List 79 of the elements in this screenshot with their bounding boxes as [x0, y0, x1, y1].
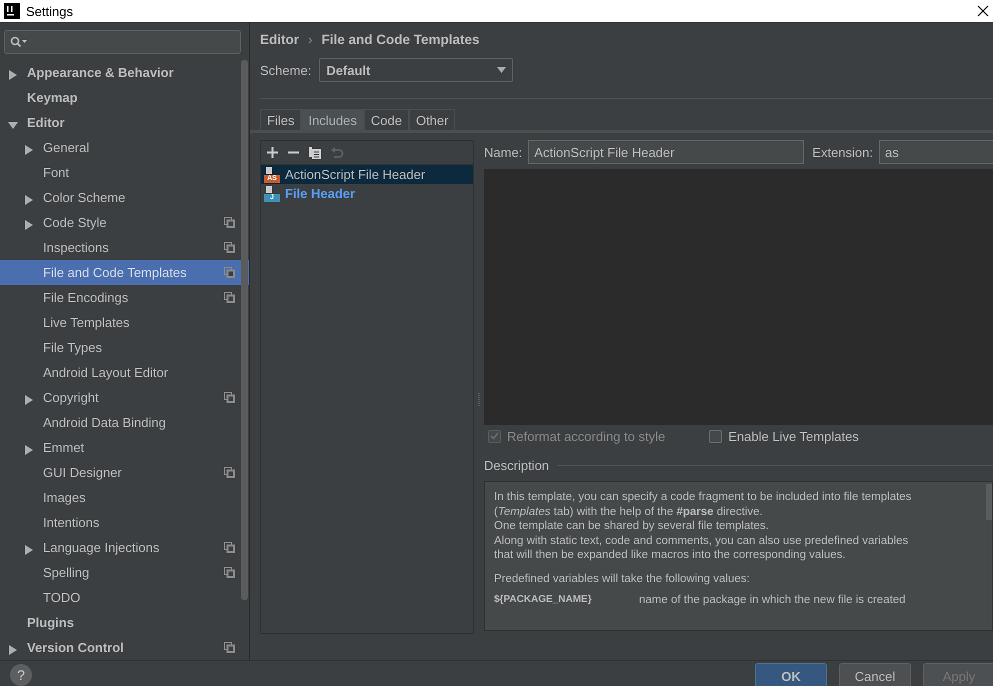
sidebar-item[interactable]: GUI Designer	[0, 460, 249, 485]
sidebar-item[interactable]: Font	[0, 160, 249, 185]
tab[interactable]: Other	[408, 109, 456, 130]
sidebar-item[interactable]: Spelling	[0, 560, 249, 585]
breadcrumb-item: Editor	[260, 32, 299, 46]
tab[interactable]: Files	[260, 109, 302, 130]
sidebar-item[interactable]: Android Layout Editor	[0, 360, 249, 385]
search-icon	[10, 36, 28, 48]
copy-icon	[224, 292, 235, 303]
tab[interactable]: Code	[364, 109, 409, 130]
expand-arrow-icon[interactable]	[24, 192, 34, 202]
expand-arrow-icon[interactable]	[24, 142, 34, 152]
sidebar-item[interactable]: Code Style	[0, 210, 249, 235]
copy-icon	[224, 542, 235, 553]
scrollbar[interactable]	[986, 484, 992, 520]
copy-icon	[224, 267, 235, 278]
close-icon[interactable]	[977, 5, 989, 17]
sidebar-item[interactable]: File and Code Templates	[0, 260, 249, 285]
variable-name: ${PACKAGE_NAME}	[494, 594, 593, 606]
description-text: Along with static text, code and comments, you can also use predefined variables	[494, 534, 910, 548]
variable-meaning: name of the package in which the new file is created	[639, 594, 906, 606]
sidebar-item[interactable]: Version Control	[0, 635, 249, 660]
scheme-dropdown[interactable]: Default	[319, 58, 514, 82]
sidebar-item[interactable]: Color Scheme	[0, 185, 249, 210]
breadcrumb-item: File and Code Templates	[322, 32, 480, 46]
extension-label: Extension:	[812, 144, 873, 160]
dialog-button[interactable]: OK	[755, 663, 827, 686]
copy-icon	[224, 567, 235, 578]
sidebar-item[interactable]: Keymap	[0, 85, 249, 110]
app-logo-icon	[4, 3, 20, 19]
copy-icon[interactable]	[309, 146, 321, 158]
copy-icon	[224, 467, 235, 478]
sidebar-item[interactable]: TODO	[0, 585, 249, 610]
description-text: In this template, you can specify a code fragment to be included into file templates	[494, 490, 912, 504]
breadcrumb-separator: ›	[308, 32, 312, 46]
description-text: (Templates tab) with the help of the #parse directive.	[494, 504, 764, 519]
expand-arrow-icon[interactable]	[24, 392, 34, 402]
check-icon	[490, 432, 499, 440]
sidebar-item[interactable]: File Types	[0, 335, 249, 360]
expand-arrow-icon[interactable]	[24, 542, 34, 552]
sidebar-item[interactable]: Plugins	[0, 610, 249, 635]
extension-field[interactable]: as	[879, 140, 993, 164]
scrollbar[interactable]	[241, 60, 248, 600]
help-button[interactable]: ?	[10, 664, 32, 686]
sidebar-item[interactable]: Images	[0, 485, 249, 510]
tab[interactable]: Includes	[301, 109, 364, 130]
name-label: Name:	[484, 144, 522, 160]
sidebar-item[interactable]: Language Injections	[0, 535, 249, 560]
sidebar-item[interactable]: File Encodings	[0, 285, 249, 310]
expand-arrow-icon[interactable]	[8, 642, 18, 652]
search-field[interactable]	[4, 30, 241, 54]
scheme-label: Scheme:	[260, 62, 312, 78]
copy-icon	[224, 392, 235, 403]
name-field[interactable]: ActionScript File Header	[528, 140, 804, 164]
sidebar-item[interactable]: Copyright	[0, 385, 249, 410]
sidebar-item[interactable]: Live Templates	[0, 310, 249, 335]
dialog-button[interactable]: Cancel	[839, 663, 911, 686]
checkbox-option[interactable]: Enable Live Templates	[709, 428, 859, 444]
sidebar-item[interactable]: Intentions	[0, 510, 249, 535]
description-title: Description	[484, 458, 550, 472]
expand-arrow-icon[interactable]	[8, 68, 18, 78]
copy-icon	[224, 242, 235, 253]
copy-icon	[224, 642, 235, 653]
sidebar-item[interactable]: Emmet	[0, 435, 249, 460]
description-text: One template can be shared by several file templates.	[494, 519, 770, 534]
copy-icon	[224, 217, 235, 228]
sidebar-item[interactable]: Appearance & Behavior	[0, 60, 249, 85]
description-text: that will then be expanded like macros into the corresponding values.	[494, 548, 847, 562]
dropdown-caret-icon	[497, 67, 506, 73]
sidebar-item[interactable]: Editor	[0, 110, 249, 135]
splitter-handle-icon[interactable]	[478, 393, 480, 407]
add-icon[interactable]	[267, 147, 278, 158]
expand-arrow-icon[interactable]	[24, 218, 34, 228]
description-text: Predefined variables will take the following values:	[494, 572, 751, 586]
sidebar-item[interactable]: General	[0, 135, 249, 160]
sidebar-item[interactable]: Inspections	[0, 235, 249, 260]
window-title: Settings	[26, 4, 73, 18]
sidebar-item[interactable]: Android Data Binding	[0, 410, 249, 435]
expand-arrow-icon[interactable]	[24, 442, 34, 452]
